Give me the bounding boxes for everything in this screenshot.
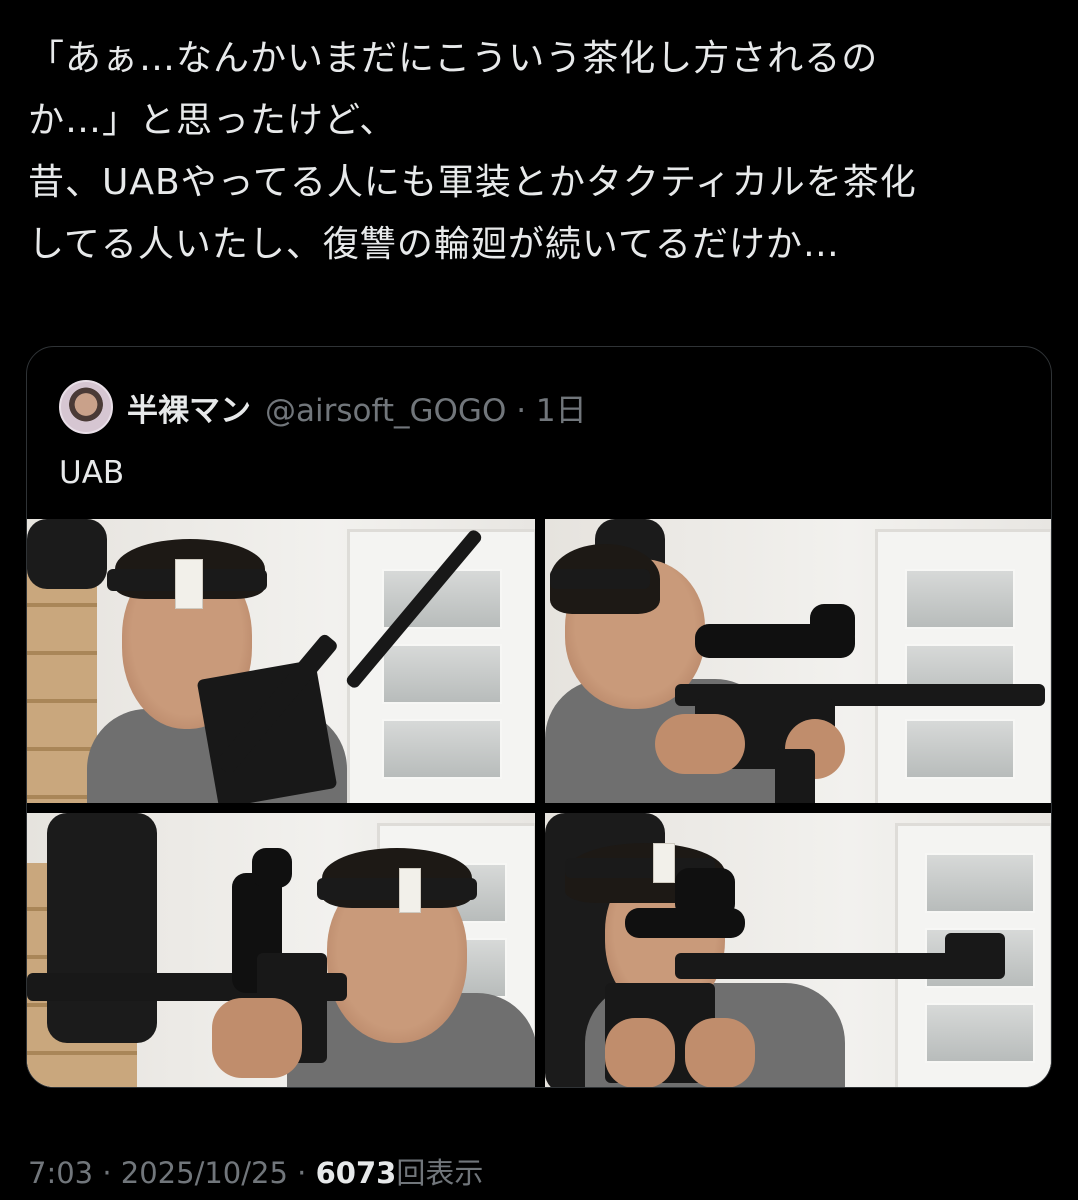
- tweet-text-line: か…」と思ったけど、: [28, 100, 397, 141]
- media-grid: [27, 519, 1051, 1087]
- meta-separator: ·: [516, 392, 527, 429]
- photo-1[interactable]: [27, 519, 535, 803]
- quoted-tweet-text: UAB: [59, 455, 125, 491]
- views-label: 回表示: [396, 1156, 484, 1190]
- tweet-date[interactable]: 2025/10/25: [121, 1156, 288, 1190]
- views-count: 6073: [315, 1156, 397, 1190]
- post-age: 1日: [535, 392, 587, 429]
- author-name[interactable]: 半裸マン: [127, 385, 251, 430]
- tweet-time[interactable]: 7:03: [28, 1156, 93, 1190]
- photo-4[interactable]: [545, 813, 1051, 1087]
- handle-text: @airsoft_GOGO: [265, 392, 507, 429]
- footer-separator: ·: [102, 1156, 112, 1190]
- tweet-footer: 7:03 · 2025/10/25 · 6073回表示: [28, 1150, 483, 1192]
- avatar[interactable]: [59, 380, 113, 434]
- footer-separator: ·: [297, 1156, 307, 1190]
- tweet-text-line: 「あぁ…なんかいまだにこういう茶化し方されるの: [28, 38, 879, 79]
- tweet-text-line: 昔、UABやってる人にも軍装とかタクティカルを茶化: [28, 162, 917, 203]
- tweet-text-line: してる人いたし、復讐の輪廻が続いてるだけか…: [28, 224, 840, 265]
- tweet-text: 「あぁ…なんかいまだにこういう茶化し方されるの か…」と思ったけど、 昔、UAB…: [28, 28, 1048, 276]
- photo-2[interactable]: [545, 519, 1051, 803]
- photo-3[interactable]: [27, 813, 535, 1087]
- quoted-tweet-card[interactable]: 半裸マン @airsoft_GOGO · 1日 UAB: [26, 346, 1052, 1088]
- author-handle[interactable]: @airsoft_GOGO · 1日: [265, 385, 587, 430]
- quoted-tweet-header: 半裸マン @airsoft_GOGO · 1日: [59, 379, 587, 435]
